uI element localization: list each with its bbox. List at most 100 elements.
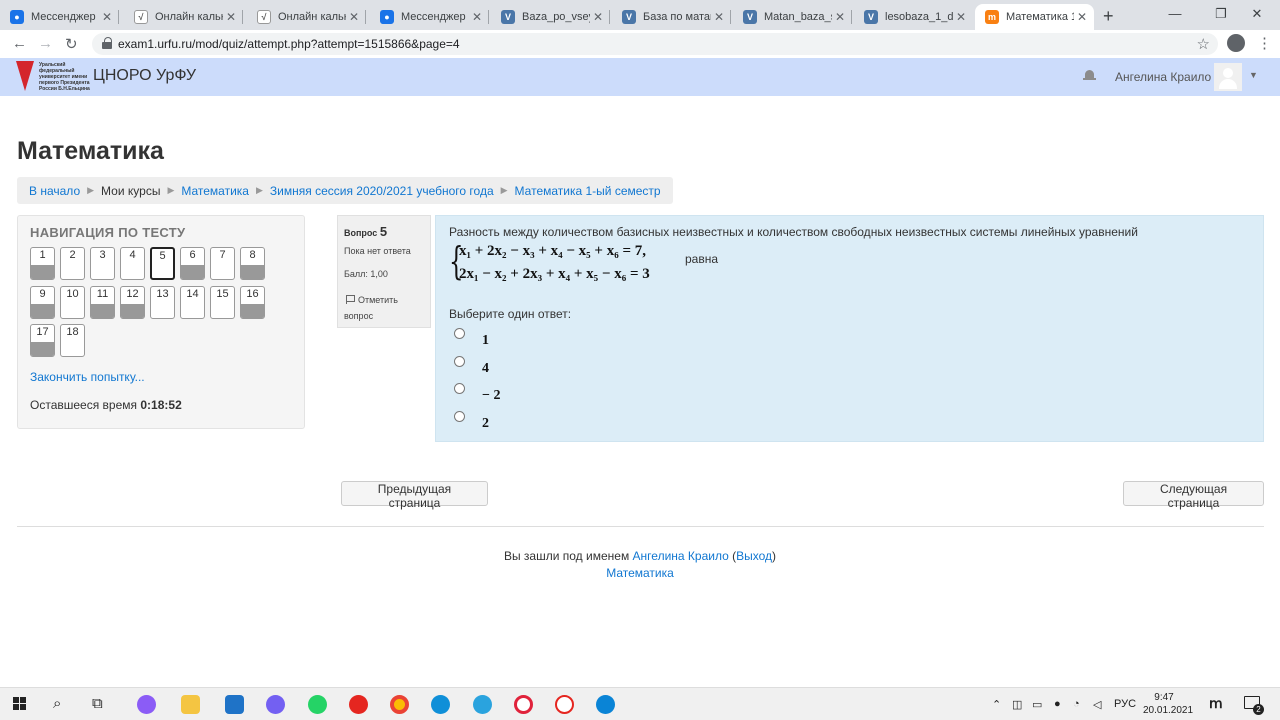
quiz-nav-question-17[interactable]: 17	[30, 324, 55, 357]
close-icon[interactable]: ✕	[223, 10, 239, 24]
url-text[interactable]: exam1.urfu.ru/mod/quiz/attempt.php?attem…	[118, 37, 460, 51]
radio-button[interactable]	[454, 328, 465, 339]
browser-tab-6[interactable]: V База по матан ✕	[612, 4, 731, 30]
close-icon[interactable]: ✕	[590, 10, 606, 24]
answer-option-label[interactable]: 1	[482, 333, 489, 349]
bookmark-star-icon[interactable]: ☆	[1197, 35, 1210, 53]
quiz-nav-question-3[interactable]: 3	[90, 247, 115, 280]
site-name[interactable]: ЦНОРО УрФУ	[93, 67, 196, 85]
radio-button[interactable]	[454, 356, 465, 367]
quiz-nav-question-5[interactable]: 5	[150, 247, 175, 280]
close-icon[interactable]: ✕	[953, 10, 969, 24]
breadcrumb-course[interactable]: Математика	[181, 184, 249, 198]
close-window-button[interactable]: ✕	[1234, 6, 1280, 22]
close-icon[interactable]: ✕	[1074, 10, 1090, 24]
meet-now-icon[interactable]: ◫	[1012, 698, 1022, 711]
close-icon[interactable]: ✕	[832, 10, 848, 24]
chrome-icon[interactable]	[390, 695, 409, 714]
yandex-icon[interactable]	[349, 695, 368, 714]
calculator-icon: √	[134, 10, 148, 24]
close-icon[interactable]: ✕	[711, 10, 727, 24]
answer-option-label[interactable]: − 2	[482, 388, 500, 404]
input-language[interactable]: РУС	[1114, 698, 1136, 710]
browser-tab-active[interactable]: m Математика 1 ✕	[975, 4, 1094, 30]
menu-kebab-icon[interactable]: ⋮	[1257, 34, 1272, 52]
previous-page-button[interactable]: Предыдущая страница	[341, 481, 488, 510]
notification-bell-icon[interactable]	[1083, 69, 1096, 82]
breadcrumb-session[interactable]: Зимняя сессия 2020/2021 учебного года	[270, 184, 494, 198]
avatar[interactable]	[1214, 63, 1242, 91]
quiz-nav-question-8[interactable]: 8	[240, 247, 265, 280]
search-icon[interactable]: ⌕	[53, 695, 61, 712]
footer-course-link[interactable]: Математика	[606, 566, 674, 580]
next-page-button[interactable]: Следующая страница	[1123, 481, 1264, 510]
breadcrumb-separator-icon: ▶	[87, 185, 95, 195]
task-view-icon[interactable]: ⧉	[92, 695, 103, 712]
alice-icon[interactable]	[137, 695, 156, 714]
windows-start-icon[interactable]	[13, 697, 27, 711]
breadcrumb-home[interactable]: В начало	[29, 184, 80, 198]
quiz-nav-question-18[interactable]: 18	[60, 324, 85, 357]
yandex-browser-icon[interactable]	[555, 695, 574, 714]
breadcrumb-semester[interactable]: Математика 1-ый семестр	[515, 184, 661, 198]
equation-2: 2x₁ − x₂ + 2x₃ + x₄ + x₅ − x₆ = 3	[459, 266, 650, 282]
browser-tab-4[interactable]: ● Мессенджер ✕	[370, 4, 489, 30]
quiz-nav-question-7[interactable]: 7	[210, 247, 235, 280]
user-name[interactable]: Ангелина Краило	[1115, 70, 1211, 84]
chevron-down-icon[interactable]: ▼	[1249, 70, 1258, 80]
quiz-nav-question-9[interactable]: 9	[30, 286, 55, 319]
quiz-nav-question-2[interactable]: 2	[60, 247, 85, 280]
quiz-nav-question-6[interactable]: 6	[180, 247, 205, 280]
browser-tab-2[interactable]: √ Онлайн калькул ✕	[124, 4, 243, 30]
ime-icon[interactable]: ⅿ	[1209, 695, 1223, 712]
browser-tab-5[interactable]: V Baza_po_vsey_m ✕	[491, 4, 610, 30]
quiz-nav-question-16[interactable]: 16	[240, 286, 265, 319]
time-remaining-label: Оставшееся время	[30, 398, 138, 412]
quiz-nav-question-10[interactable]: 10	[60, 286, 85, 319]
chevron-up-icon[interactable]: ⌃	[992, 698, 1001, 711]
quiz-nav-question-11[interactable]: 11	[90, 286, 115, 319]
edge-icon[interactable]	[431, 695, 450, 714]
quiz-nav-question-13[interactable]: 13	[150, 286, 175, 319]
quiz-nav-question-12[interactable]: 12	[120, 286, 145, 319]
address-bar[interactable]: exam1.urfu.ru/mod/quiz/attempt.php?attem…	[92, 33, 1218, 55]
quiz-nav-question-15[interactable]: 15	[210, 286, 235, 319]
answer-option-label[interactable]: 4	[482, 361, 489, 377]
battery-icon[interactable]: ▭	[1032, 698, 1042, 711]
flag-question-link[interactable]: Отметить вопрос	[344, 292, 424, 324]
minimize-button[interactable]: —	[1152, 6, 1198, 21]
edge-legacy-icon[interactable]	[596, 695, 615, 714]
opera-icon[interactable]	[514, 695, 533, 714]
browser-tab-7[interactable]: V Matan_baza_so ✕	[733, 4, 852, 30]
quiz-nav-question-4[interactable]: 4	[120, 247, 145, 280]
system-clock[interactable]: 9:47 20.01.2021	[1143, 691, 1193, 717]
quiz-nav-question-1[interactable]: 1	[30, 247, 55, 280]
browser-tab-3[interactable]: √ Онлайн калькул ✕	[247, 4, 366, 30]
browser-tab-8[interactable]: V lesobaza_1_doc ✕	[854, 4, 973, 30]
finish-attempt-link[interactable]: Закончить попытку...	[30, 370, 145, 384]
mail-icon[interactable]	[225, 695, 244, 714]
profile-icon[interactable]	[1227, 34, 1245, 52]
quiz-nav-question-14[interactable]: 14	[180, 286, 205, 319]
close-icon[interactable]: ✕	[99, 10, 115, 24]
close-icon[interactable]: ✕	[469, 10, 485, 24]
microphone-icon[interactable]: ●	[1054, 698, 1061, 710]
new-tab-button[interactable]: +	[1103, 6, 1114, 27]
answer-option-label[interactable]: 2	[482, 416, 489, 432]
whatsapp-icon[interactable]	[308, 695, 327, 714]
back-arrow-icon[interactable]: ←	[12, 35, 27, 52]
radio-button[interactable]	[454, 383, 465, 394]
radio-button[interactable]	[454, 411, 465, 422]
network-icon[interactable]: ◔	[1073, 698, 1080, 710]
urfu-logo[interactable]: Уральский федеральный университет имени …	[16, 61, 90, 93]
footer-user-link[interactable]: Ангелина Краило	[633, 549, 729, 563]
forward-arrow-icon[interactable]: →	[38, 35, 53, 52]
browser-tab-1[interactable]: ● Мессенджер ✕	[0, 4, 119, 30]
close-icon[interactable]: ✕	[346, 10, 362, 24]
reload-icon[interactable]: ↻	[65, 35, 78, 53]
file-explorer-icon[interactable]	[181, 695, 200, 714]
telegram-icon[interactable]	[473, 695, 492, 714]
logout-link[interactable]: Выход	[736, 549, 772, 563]
volume-icon[interactable]: ◁	[1093, 698, 1101, 711]
viber-icon[interactable]	[266, 695, 285, 714]
